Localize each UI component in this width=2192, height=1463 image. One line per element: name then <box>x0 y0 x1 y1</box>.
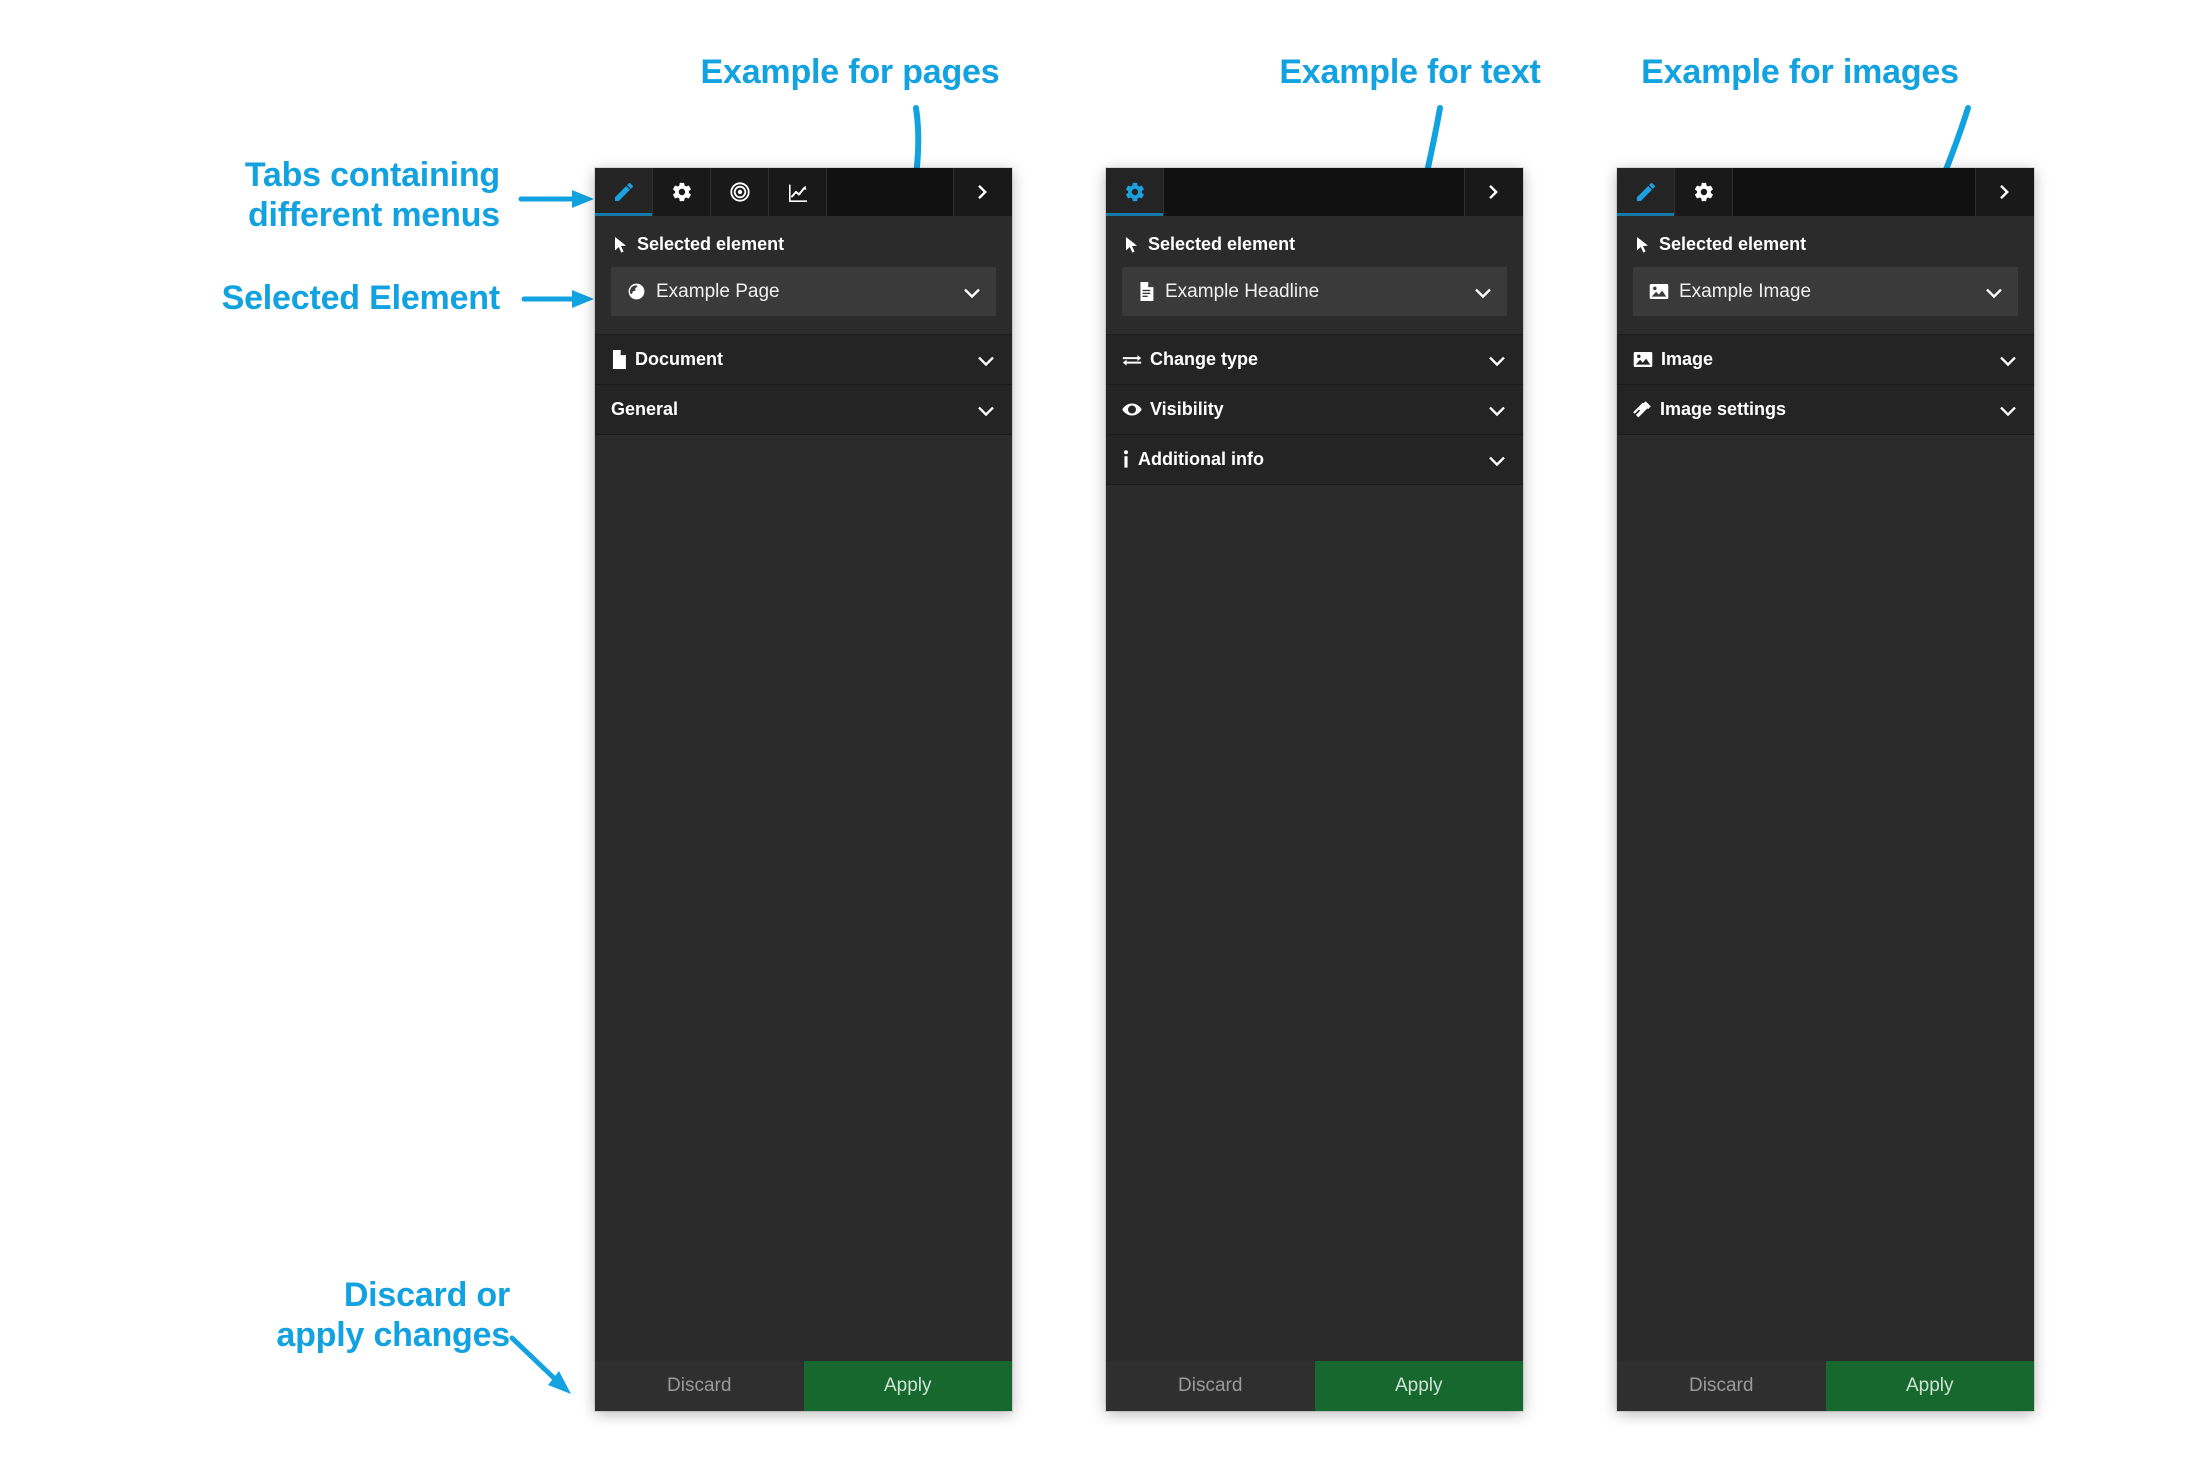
tab-bar <box>595 168 1012 216</box>
selected-element-block: Selected element Example Headline <box>1106 216 1523 335</box>
selected-element-block: Selected element Example Image <box>1617 216 2034 335</box>
panel-footer: Discard Apply <box>595 1361 1012 1411</box>
selected-element-label: Selected element <box>637 234 785 254</box>
editor-panel-pages: Selected element Example Page Document G… <box>595 168 1012 1411</box>
tab-gear[interactable] <box>1106 168 1164 216</box>
info-icon <box>1122 450 1130 469</box>
chevron-down-icon[interactable] <box>976 350 996 370</box>
chevron-down-icon[interactable] <box>1487 450 1507 470</box>
callout-tabs: Tabs containing different menus <box>244 156 500 235</box>
accordion-row-document[interactable]: Document <box>595 335 1012 385</box>
accordion-row-additional-info[interactable]: Additional info <box>1106 435 1523 485</box>
chevron-down-icon[interactable] <box>976 400 996 420</box>
tab-gear[interactable] <box>653 168 711 216</box>
chevron-down-icon[interactable] <box>1984 282 2004 302</box>
apply-button[interactable]: Apply <box>803 1361 1012 1411</box>
document-icon <box>611 350 627 369</box>
panel-footer: Discard Apply <box>1617 1361 2034 1411</box>
collapse-panel-button[interactable] <box>1976 168 2034 216</box>
tab-chart-line[interactable] <box>769 168 827 216</box>
chevron-down-icon[interactable] <box>1473 282 1493 302</box>
chevron-down-icon[interactable] <box>1998 400 2018 420</box>
accordion-label: Visibility <box>1150 399 1224 419</box>
accordion-label: Document <box>635 349 724 369</box>
screenshot-stage: Tabs containing different menus Selected… <box>0 0 2192 1463</box>
discard-button[interactable]: Discard <box>1106 1361 1315 1411</box>
accordion-row-general[interactable]: General <box>595 385 1012 435</box>
tab-bar-filler <box>1164 168 1465 216</box>
selected-element-block: Selected element Example Page <box>595 216 1012 335</box>
tab-pencil[interactable] <box>595 168 653 216</box>
panel-empty-body <box>1617 435 2034 1361</box>
accordion-label: Change type <box>1150 349 1259 369</box>
selected-element-dropdown[interactable]: Example Page <box>611 267 996 316</box>
collapse-panel-button[interactable] <box>1465 168 1523 216</box>
image-icon <box>1633 351 1653 368</box>
globe-icon <box>627 282 646 301</box>
accordion-label: Additional info <box>1138 449 1264 469</box>
panel-empty-body <box>595 435 1012 1361</box>
accordion-label: Image settings <box>1660 399 1787 419</box>
discard-button[interactable]: Discard <box>1617 1361 1826 1411</box>
accordion-sections: Change type Visibility Additional info <box>1106 335 1523 485</box>
collapse-panel-button[interactable] <box>954 168 1012 216</box>
cursor-arrow-icon <box>1635 236 1651 254</box>
tab-bar-filler <box>1733 168 1976 216</box>
selected-element-title: Selected element <box>1124 234 1507 255</box>
tab-bar <box>1106 168 1523 216</box>
tab-pencil[interactable] <box>1617 168 1675 216</box>
swap-arrows-icon <box>1122 352 1142 368</box>
tab-target[interactable] <box>711 168 769 216</box>
selected-element-title: Selected element <box>613 234 996 255</box>
panel-empty-body <box>1106 485 1523 1361</box>
callout-discard-apply: Discard or apply changes <box>276 1276 510 1355</box>
chevron-down-icon[interactable] <box>1998 350 2018 370</box>
apply-button[interactable]: Apply <box>1825 1361 2034 1411</box>
selected-element-dropdown[interactable]: Example Image <box>1633 267 2018 316</box>
cursor-arrow-icon <box>1124 236 1140 254</box>
selected-element-dropdown[interactable]: Example Headline <box>1122 267 1507 316</box>
tab-bar <box>1617 168 2034 216</box>
tab-bar-filler <box>827 168 954 216</box>
image-icon <box>1649 283 1669 300</box>
accordion-label: General <box>611 399 679 419</box>
editor-panel-text: Selected element Example Headline Change… <box>1106 168 1523 1411</box>
accordion-row-image[interactable]: Image <box>1617 335 2034 385</box>
accordion-row-visibility[interactable]: Visibility <box>1106 385 1523 435</box>
callout-example-pages: Example for pages <box>700 53 1000 91</box>
accordion-sections: Image Image settings <box>1617 335 2034 435</box>
arrow-selected-element <box>521 290 594 308</box>
callout-selected-element: Selected Element <box>221 279 501 317</box>
text-document-icon <box>1138 282 1155 301</box>
cursor-arrow-icon <box>613 236 629 254</box>
tab-gear[interactable] <box>1675 168 1733 216</box>
discard-button[interactable]: Discard <box>595 1361 804 1411</box>
chevron-down-icon[interactable] <box>1487 400 1507 420</box>
wand-icon <box>1633 400 1652 419</box>
eye-icon <box>1122 402 1142 417</box>
selected-element-value: Example Image <box>1679 280 1812 302</box>
selected-element-label: Selected element <box>1659 234 1807 254</box>
callout-example-images: Example for images <box>1641 53 1959 91</box>
selected-element-value: Example Page <box>656 280 780 302</box>
selected-element-title: Selected element <box>1635 234 2018 255</box>
arrow-discard-apply <box>509 1335 571 1394</box>
editor-panel-images: Selected element Example Image Image Ima… <box>1617 168 2034 1411</box>
accordion-row-change-type[interactable]: Change type <box>1106 335 1523 385</box>
accordion-label: Image <box>1661 349 1714 369</box>
arrow-tabs <box>518 190 594 208</box>
panel-footer: Discard Apply <box>1106 1361 1523 1411</box>
selected-element-value: Example Headline <box>1165 280 1320 302</box>
selected-element-label: Selected element <box>1148 234 1296 254</box>
apply-button[interactable]: Apply <box>1314 1361 1523 1411</box>
chevron-down-icon[interactable] <box>962 282 982 302</box>
accordion-sections: Document General <box>595 335 1012 435</box>
chevron-down-icon[interactable] <box>1487 350 1507 370</box>
accordion-row-image-settings[interactable]: Image settings <box>1617 385 2034 435</box>
